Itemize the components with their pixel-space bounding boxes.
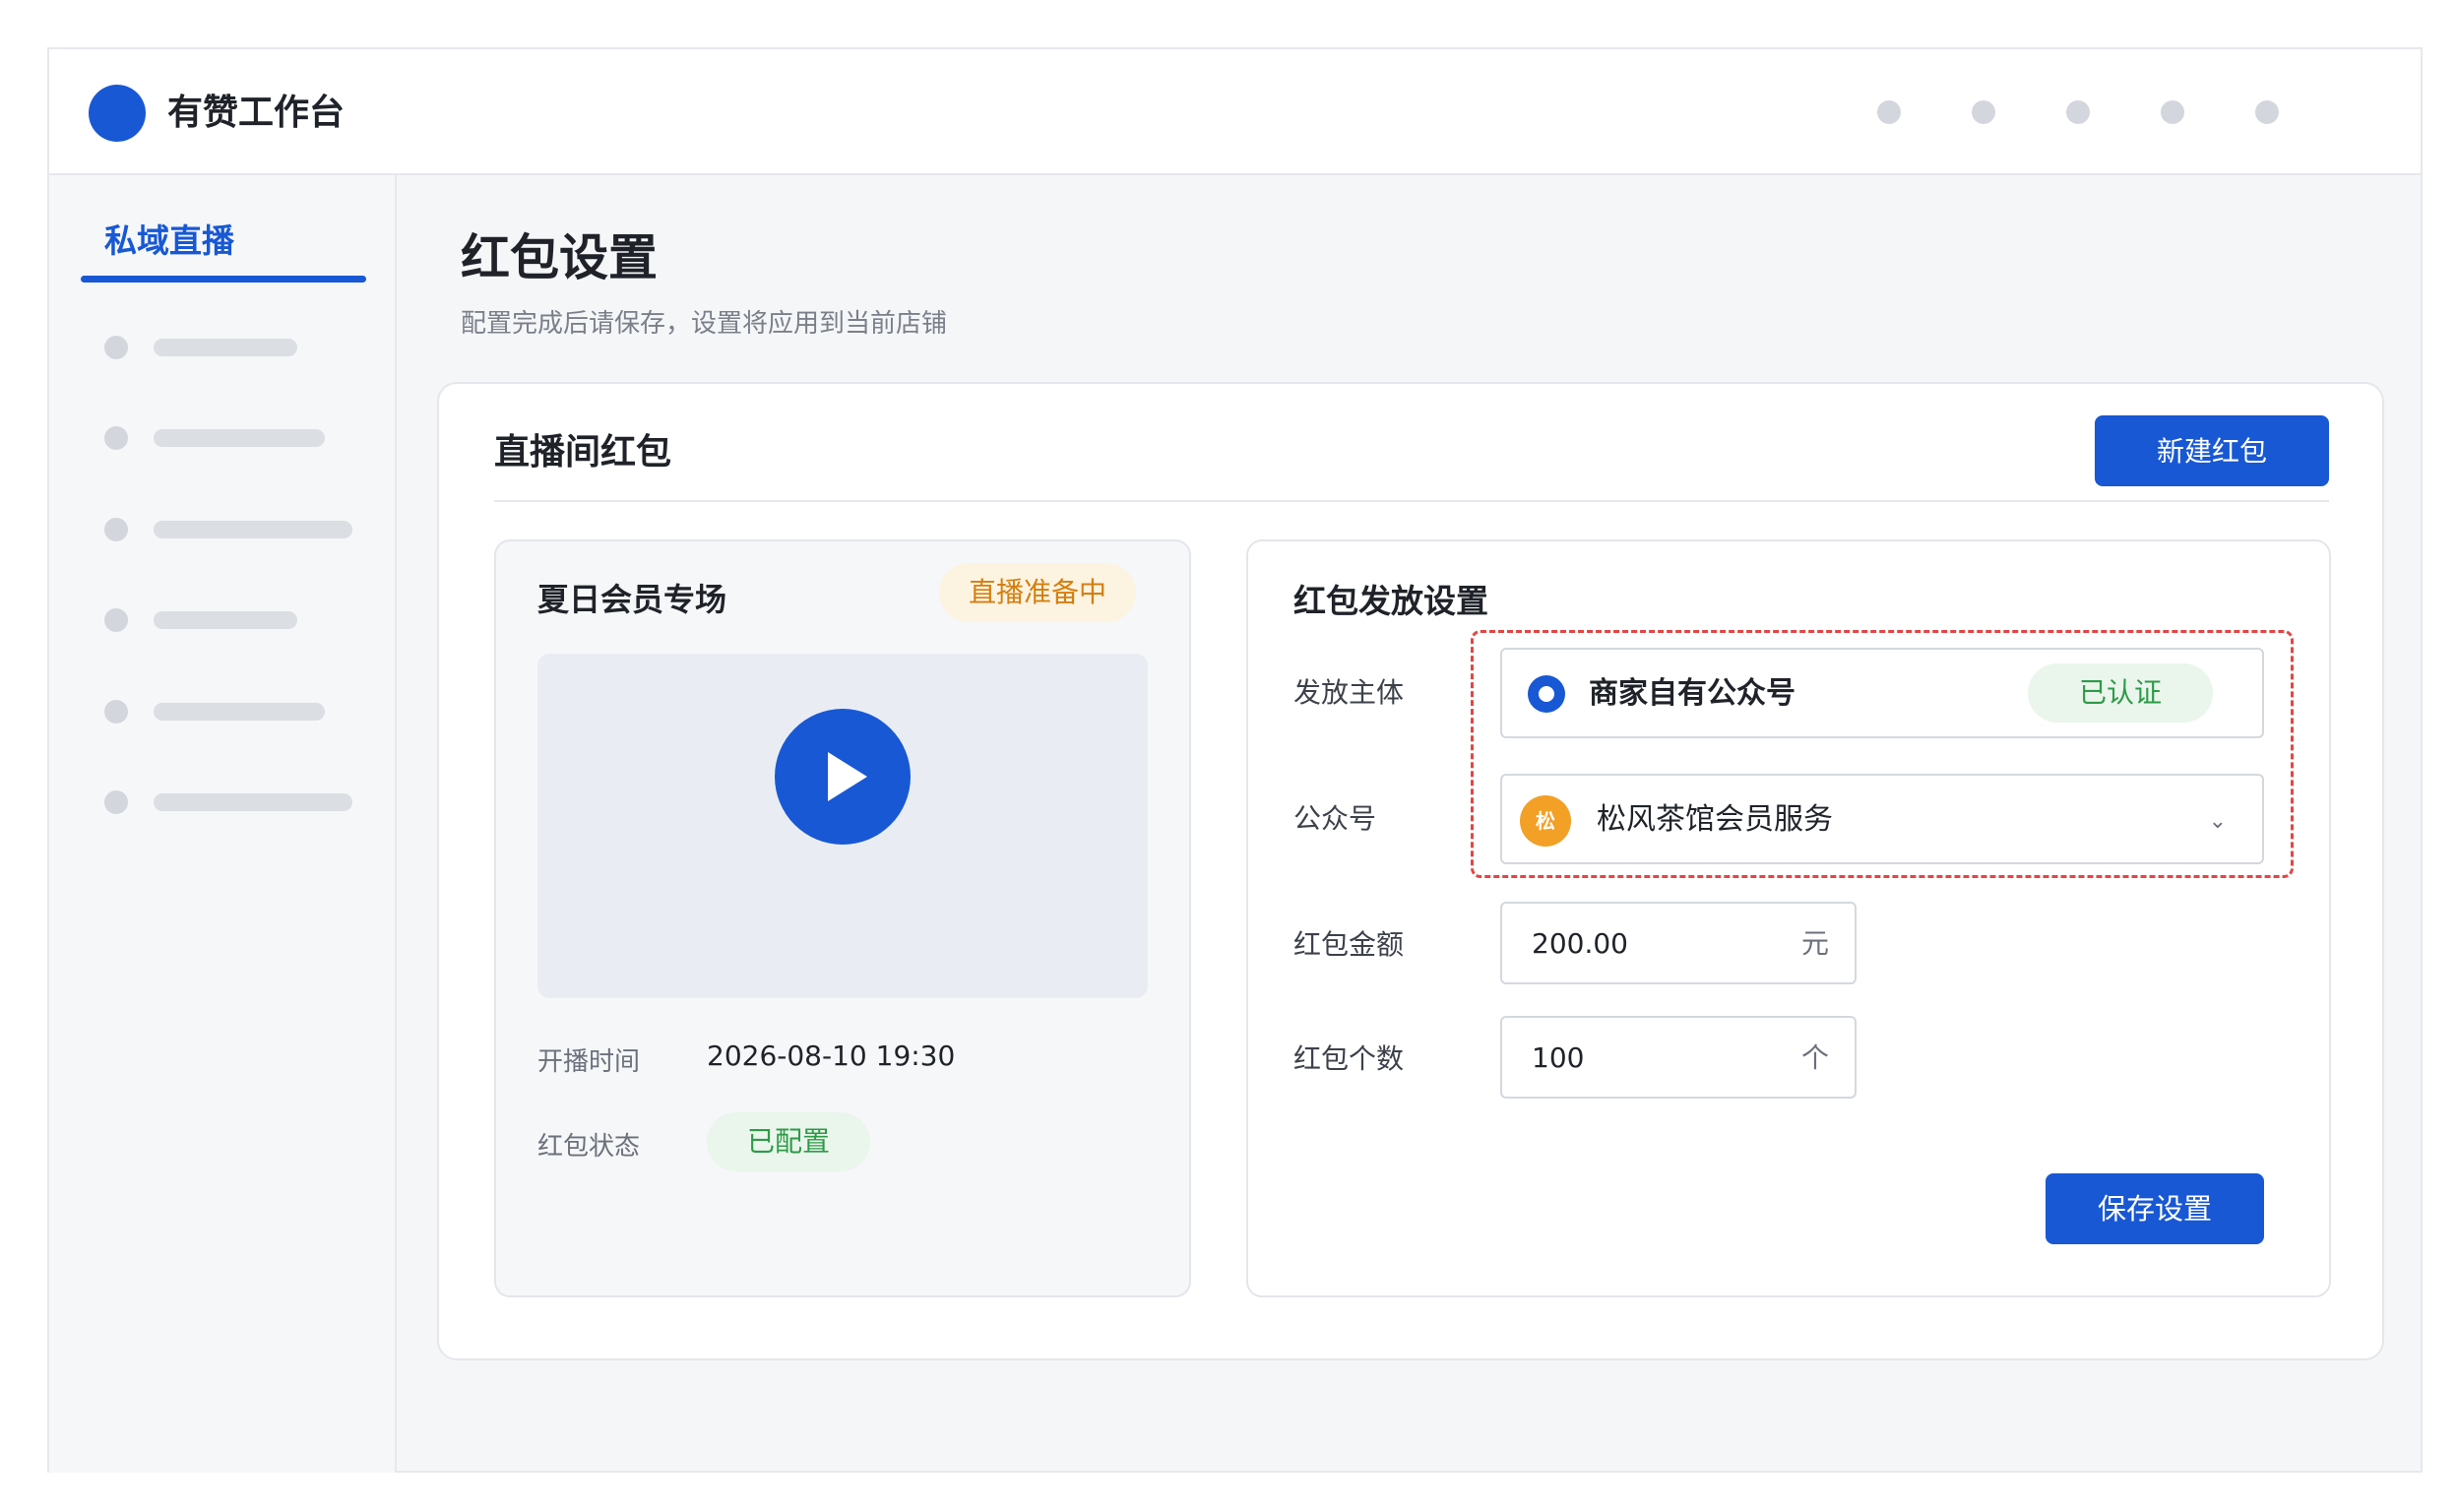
brand-logo	[89, 85, 146, 142]
play-icon	[828, 752, 867, 801]
chevron-down-icon: ⌄	[2208, 809, 2227, 834]
count-unit: 个	[1800, 1041, 1829, 1074]
panel-title: 直播间红包	[494, 432, 672, 472]
sidebar-item-placeholder[interactable]	[104, 699, 325, 724]
radio-selected-icon[interactable]	[1528, 675, 1565, 713]
page-title: 红包设置	[461, 229, 658, 286]
sidebar-item-placeholder[interactable]	[104, 789, 352, 815]
sidebar-item-label-placeholder	[154, 429, 325, 447]
account-select[interactable]: 松 松风茶馆会员服务 ⌄	[1500, 774, 2264, 864]
red-packet-settings-card: 红包发放设置 发放主体 商家自有公众号 已认证 公众号 松 松风茶馆会员服务 ⌄…	[1246, 539, 2331, 1297]
sidebar-item-placeholder[interactable]	[104, 517, 352, 542]
sidebar: 私域直播	[49, 175, 397, 1473]
header-actions	[1806, 100, 2279, 124]
red-packet-status-label: 红包状态	[537, 1132, 641, 1162]
issuer-option[interactable]: 商家自有公众号 已认证	[1500, 648, 2264, 738]
count-input[interactable]: 100 个	[1500, 1016, 1857, 1099]
start-time-label: 开播时间	[537, 1047, 641, 1077]
top-header: 有赞工作台	[49, 49, 2421, 175]
amount-unit: 元	[1800, 927, 1829, 960]
header-action-icon[interactable]	[2066, 100, 2090, 124]
live-session-card: 夏日会员专场 直播准备中 开播时间 2026-08-10 19:30 红包状态 …	[494, 539, 1191, 1297]
sidebar-item-placeholder[interactable]	[104, 425, 325, 451]
sidebar-item-placeholder[interactable]	[104, 607, 297, 633]
sidebar-item-icon	[104, 336, 128, 359]
sidebar-item-placeholder[interactable]	[104, 335, 297, 360]
save-settings-button[interactable]: 保存设置	[2046, 1173, 2264, 1244]
account-select-value: 松风茶馆会员服务	[1597, 802, 1833, 837]
sidebar-item-label-placeholder	[154, 521, 352, 538]
header-action-icon[interactable]	[2161, 100, 2184, 124]
start-time-value: 2026-08-10 19:30	[707, 1040, 956, 1072]
red-packet-status-badge: 已配置	[707, 1112, 870, 1171]
sidebar-item-label-placeholder	[154, 703, 325, 721]
issuer-option-label: 商家自有公众号	[1589, 676, 1796, 711]
sidebar-item-icon	[104, 608, 128, 632]
header-action-icon[interactable]	[1972, 100, 1995, 124]
new-red-packet-button[interactable]: 新建红包	[2095, 415, 2329, 486]
sidebar-item-icon	[104, 790, 128, 814]
sidebar-item-label-placeholder	[154, 793, 352, 811]
settings-title: 红包发放设置	[1293, 582, 1488, 620]
app-title: 有赞工作台	[167, 93, 346, 133]
sidebar-item-label-placeholder	[154, 611, 297, 629]
sidebar-item-icon	[104, 518, 128, 541]
live-session-title: 夏日会员专场	[537, 581, 727, 618]
verified-badge: 已认证	[2028, 663, 2213, 723]
page-subtitle: 配置完成后请保存，设置将应用到当前店铺	[461, 309, 948, 339]
header-action-icon[interactable]	[2255, 100, 2279, 124]
sidebar-item-label-placeholder	[154, 339, 297, 356]
amount-input[interactable]: 200.00 元	[1500, 902, 1857, 984]
app-window: 有赞工作台 私域直播 红包设置 配置完成后请保存，设置将应用到当前店铺 直播间红…	[47, 47, 2423, 1473]
count-label: 红包个数	[1293, 1042, 1405, 1075]
play-button[interactable]	[775, 709, 911, 845]
sidebar-item-icon	[104, 426, 128, 450]
account-label: 公众号	[1293, 802, 1377, 835]
sidebar-item-private-live[interactable]: 私域直播	[104, 215, 234, 262]
video-preview[interactable]	[537, 654, 1148, 998]
count-input-value: 100	[1532, 1041, 1585, 1074]
sidebar-item-icon	[104, 700, 128, 724]
live-status-badge: 直播准备中	[938, 563, 1136, 622]
header-action-icon[interactable]	[1877, 100, 1901, 124]
sidebar-active-indicator	[81, 276, 366, 283]
amount-input-value: 200.00	[1532, 927, 1628, 960]
amount-label: 红包金额	[1293, 928, 1405, 961]
account-avatar: 松	[1520, 795, 1571, 847]
red-packet-panel: 直播间红包 新建红包 夏日会员专场 直播准备中 开播时间 2026-08-10 …	[437, 382, 2384, 1360]
issuer-label: 发放主体	[1293, 676, 1405, 709]
panel-divider	[494, 500, 2329, 502]
